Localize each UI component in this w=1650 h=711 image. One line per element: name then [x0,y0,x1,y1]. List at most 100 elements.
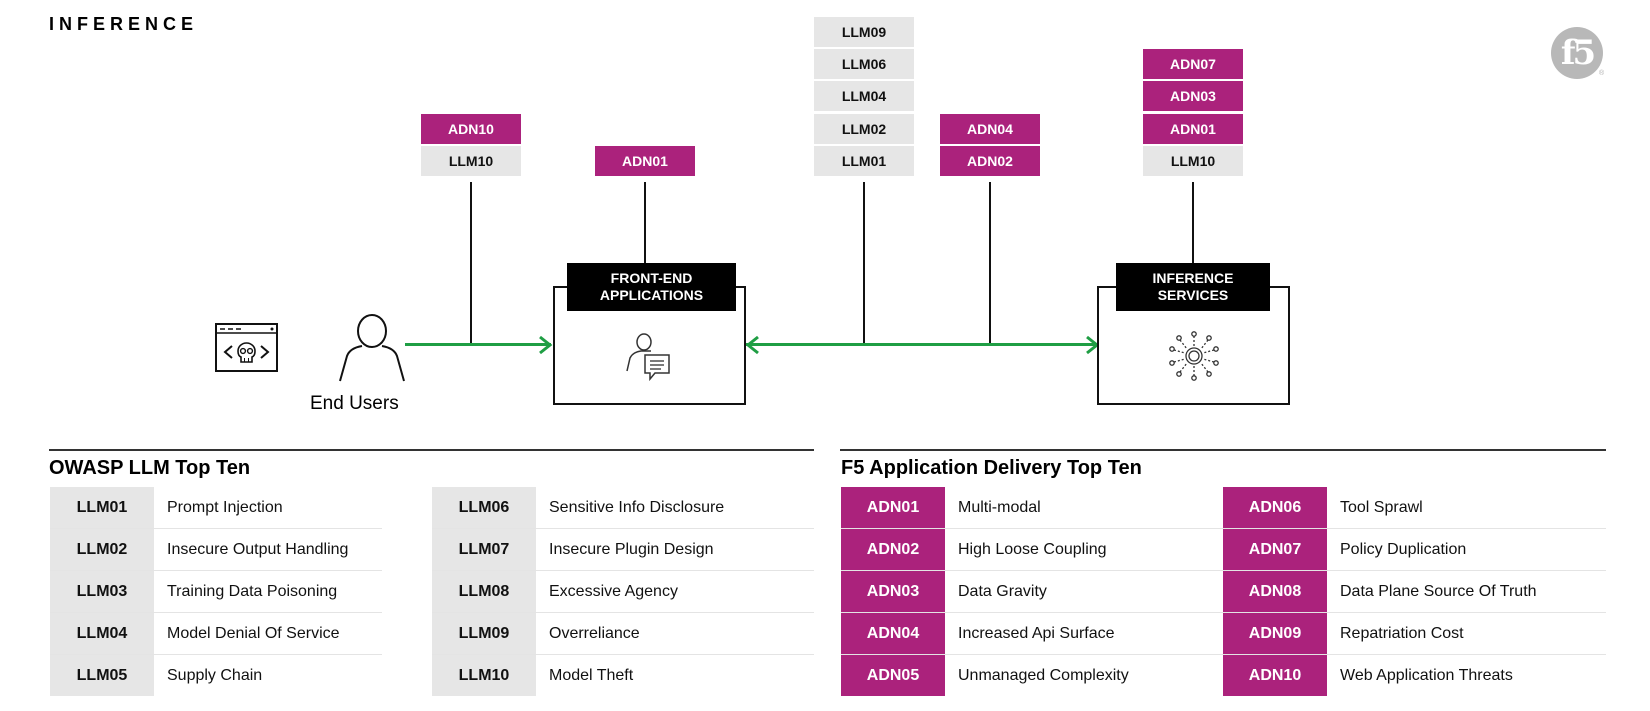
user-icon [339,314,405,382]
tag-adn: ADN07 [1143,49,1243,79]
arrow-head-right-icon [539,335,553,355]
owasp-row: LLM06 Sensitive Info Disclosure [432,487,814,529]
f5-row: ADN01 Multi-modal [841,487,1223,529]
front-end-applications-label: FRONT-END APPLICATIONS [567,263,736,311]
risk-name: Overreliance [549,624,640,642]
risk-name: Tool Sprawl [1340,498,1423,516]
risk-name: Unmanaged Complexity [958,666,1129,684]
risk-name: Multi-modal [958,498,1041,516]
malicious-code-icon [215,323,278,372]
f5-row: ADN03 Data Gravity [841,571,1223,613]
owasp-row: LLM10 Model Theft [432,655,814,696]
section-divider [840,449,1606,451]
risk-code: ADN01 [841,487,945,528]
risk-name: Supply Chain [167,666,263,684]
ai-network-gear-icon [1169,331,1219,381]
risk-name: Data Gravity [958,582,1047,600]
risk-code: LLM10 [432,655,536,696]
f5-row: ADN10 Web Application Threats [1223,655,1606,696]
risk-name: Sensitive Info Disclosure [549,498,725,516]
tag-adn: ADN03 [1143,81,1243,111]
risk-name: High Loose Coupling [958,540,1107,558]
risk-name: Model Denial Of Service [167,624,340,642]
connector-line [989,182,991,344]
risk-code: ADN05 [841,655,945,696]
f5-row: ADN07 Policy Duplication [1223,529,1606,571]
owasp-row: LLM07 Insecure Plugin Design [432,529,814,571]
risk-code: LLM01 [50,487,154,528]
owasp-row: LLM05 Supply Chain [50,655,382,696]
tag-adn: ADN04 [940,114,1040,144]
connector-line [863,182,865,344]
risk-name: Repatriation Cost [1340,624,1464,642]
risk-name: Increased Api Surface [958,624,1115,642]
risk-name: Prompt Injection [167,498,283,516]
risk-code: ADN07 [1223,529,1327,570]
owasp-row: LLM08 Excessive Agency [432,571,814,613]
risk-code: ADN10 [1223,655,1327,696]
risk-code: LLM08 [432,571,536,612]
owasp-row: LLM03 Training Data Poisoning [50,571,382,613]
risk-code: ADN06 [1223,487,1327,528]
risk-code: ADN03 [841,571,945,612]
risk-code: LLM04 [50,613,154,654]
risk-name: Excessive Agency [549,582,678,600]
tag-adn: ADN01 [1143,114,1243,144]
f5-row: ADN06 Tool Sprawl [1223,487,1606,529]
arrow-head-left-icon [745,335,759,355]
label-line: SERVICES [1157,287,1229,303]
tag-llm: LLM09 [814,17,914,47]
risk-code: LLM05 [50,655,154,696]
owasp-section-title: OWASP LLM Top Ten [49,457,251,479]
owasp-row: LLM04 Model Denial Of Service [50,613,382,655]
risk-name: Insecure Output Handling [167,540,349,558]
risk-name: Model Theft [549,666,634,684]
flow-arrow [405,343,551,346]
risk-code: ADN08 [1223,571,1327,612]
tag-llm: LLM10 [421,146,521,176]
owasp-row: LLM02 Insecure Output Handling [50,529,382,571]
f5-logo: f5 [1551,27,1603,79]
f5-section-title: F5 Application Delivery Top Ten [841,457,1142,479]
connector-line [644,182,646,264]
risk-code: LLM09 [432,613,536,654]
owasp-row: LLM01 Prompt Injection [50,487,382,529]
tag-llm: LLM06 [814,49,914,79]
tag-adn: ADN01 [595,146,695,176]
label-line: INFERENCE [1152,270,1234,286]
tag-llm: LLM04 [814,81,914,111]
end-users-label: End Users [310,393,399,414]
tag-adn: ADN02 [940,146,1040,176]
connector-line [470,182,472,344]
connector-line [1192,182,1194,264]
f5-row: ADN09 Repatriation Cost [1223,613,1606,655]
risk-code: ADN09 [1223,613,1327,654]
risk-code: LLM06 [432,487,536,528]
risk-name: Training Data Poisoning [167,582,338,600]
f5-row: ADN04 Increased Api Surface [841,613,1223,655]
owasp-row: LLM09 Overreliance [432,613,814,655]
risk-name: Data Plane Source Of Truth [1340,582,1537,600]
risk-code: ADN02 [841,529,945,570]
tag-llm: LLM01 [814,146,914,176]
label-line: APPLICATIONS [599,287,704,303]
flow-arrow [746,343,1098,346]
risk-code: ADN04 [841,613,945,654]
tag-llm: LLM02 [814,114,914,144]
inference-services-label: INFERENCE SERVICES [1116,263,1270,311]
risk-name: Policy Duplication [1340,540,1467,558]
risk-code: LLM02 [50,529,154,570]
registered-mark: ® [1599,70,1605,77]
risk-name: Insecure Plugin Design [549,540,714,558]
risk-code: LLM07 [432,529,536,570]
user-chat-icon [626,333,670,382]
tag-adn: ADN10 [421,114,521,144]
f5-row: ADN08 Data Plane Source Of Truth [1223,571,1606,613]
tag-llm: LLM10 [1143,146,1243,176]
section-divider [49,449,814,451]
risk-name: Web Application Threats [1340,666,1513,684]
risk-code: LLM03 [50,571,154,612]
page-title: INFERENCE [49,14,199,34]
label-line: FRONT-END [610,270,693,286]
f5-row: ADN05 Unmanaged Complexity [841,655,1223,696]
